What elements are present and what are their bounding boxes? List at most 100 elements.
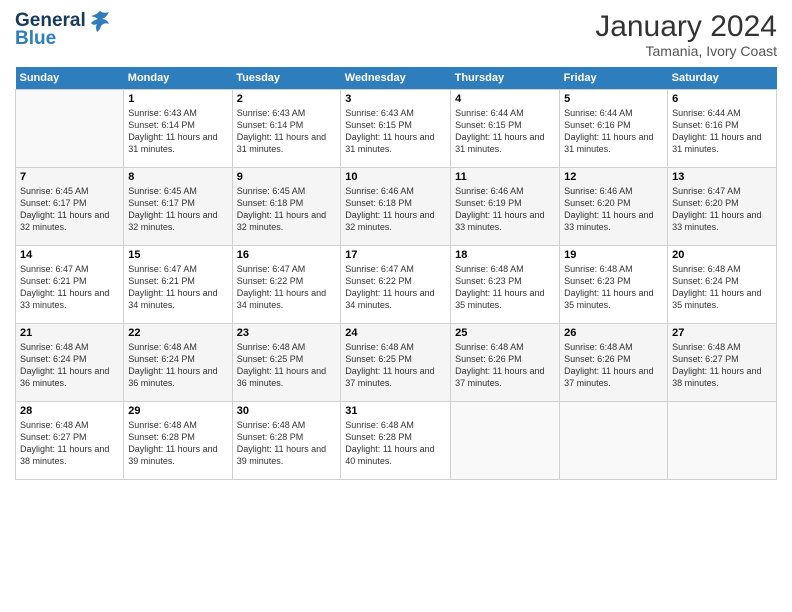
day-cell: 7 Sunrise: 6:45 AMSunset: 6:17 PMDaylight… xyxy=(16,168,124,246)
logo-blue-text: Blue xyxy=(15,28,56,50)
day-info: Sunrise: 6:48 AMSunset: 6:26 PMDaylight:… xyxy=(564,341,663,390)
day-cell: 31 Sunrise: 6:48 AMSunset: 6:28 PMDayligh… xyxy=(341,402,451,480)
week-row-5: 28Sunrise: 6:48 AMSunset: 6:27 PMDayligh… xyxy=(16,402,777,480)
day-info: Sunrise: 6:47 AMSunset: 6:21 PMDaylight:… xyxy=(128,263,227,312)
day-number: 7 xyxy=(20,171,119,183)
day-info: Sunrise: 6:48 AMSunset: 6:25 PMDaylight:… xyxy=(345,341,446,390)
day-number: 1 xyxy=(128,93,227,105)
day-cell: 5 Sunrise: 6:44 AMSunset: 6:16 PMDaylight… xyxy=(560,90,668,168)
day-cell: 28Sunrise: 6:48 AMSunset: 6:27 PMDayligh… xyxy=(16,402,124,480)
day-number: 29 xyxy=(128,405,227,417)
day-number: 5 xyxy=(564,93,663,105)
day-info: Sunrise: 6:48 AMSunset: 6:28 PMDaylight:… xyxy=(345,419,446,468)
day-cell: 9 Sunrise: 6:45 AMSunset: 6:18 PMDaylight… xyxy=(232,168,341,246)
day-info: Sunrise: 6:48 AMSunset: 6:23 PMDaylight:… xyxy=(455,263,555,312)
day-cell: 29 Sunrise: 6:48 AMSunset: 6:28 PMDayligh… xyxy=(124,402,232,480)
day-number: 23 xyxy=(237,327,337,339)
day-number: 22 xyxy=(128,327,227,339)
day-number: 28 xyxy=(20,405,119,417)
day-info: Sunrise: 6:48 AMSunset: 6:28 PMDaylight:… xyxy=(237,419,337,468)
day-number: 26 xyxy=(564,327,663,339)
day-info: Sunrise: 6:48 AMSunset: 6:24 PMDaylight:… xyxy=(672,263,772,312)
day-info: Sunrise: 6:47 AMSunset: 6:22 PMDaylight:… xyxy=(345,263,446,312)
day-cell xyxy=(668,402,777,480)
day-number: 19 xyxy=(564,249,663,261)
day-info: Sunrise: 6:46 AMSunset: 6:19 PMDaylight:… xyxy=(455,185,555,234)
day-info: Sunrise: 6:45 AMSunset: 6:17 PMDaylight:… xyxy=(128,185,227,234)
day-cell: 16 Sunrise: 6:47 AMSunset: 6:22 PMDayligh… xyxy=(232,246,341,324)
day-number: 20 xyxy=(672,249,772,261)
day-cell xyxy=(451,402,560,480)
day-number: 6 xyxy=(672,93,772,105)
day-number: 8 xyxy=(128,171,227,183)
day-cell: 25Sunrise: 6:48 AMSunset: 6:26 PMDayligh… xyxy=(451,324,560,402)
header-row: SundayMondayTuesdayWednesdayThursdayFrid… xyxy=(16,67,777,90)
day-cell: 19 Sunrise: 6:48 AMSunset: 6:23 PMDayligh… xyxy=(560,246,668,324)
day-number: 18 xyxy=(455,249,555,261)
day-cell: 6 Sunrise: 6:44 AMSunset: 6:16 PMDaylight… xyxy=(668,90,777,168)
day-info: Sunrise: 6:44 AMSunset: 6:15 PMDaylight:… xyxy=(455,107,555,156)
logo-brand: General Blue xyxy=(15,10,111,50)
day-info: Sunrise: 6:43 AMSunset: 6:15 PMDaylight:… xyxy=(345,107,446,156)
day-cell: 15Sunrise: 6:47 AMSunset: 6:21 PMDayligh… xyxy=(124,246,232,324)
day-cell: 13Sunrise: 6:47 AMSunset: 6:20 PMDayligh… xyxy=(668,168,777,246)
day-cell: 17 Sunrise: 6:47 AMSunset: 6:22 PMDayligh… xyxy=(341,246,451,324)
day-cell: 23Sunrise: 6:48 AMSunset: 6:25 PMDayligh… xyxy=(232,324,341,402)
day-number: 27 xyxy=(672,327,772,339)
day-info: Sunrise: 6:48 AMSunset: 6:28 PMDaylight:… xyxy=(128,419,227,468)
day-number: 17 xyxy=(345,249,446,261)
day-cell: 20 Sunrise: 6:48 AMSunset: 6:24 PMDayligh… xyxy=(668,246,777,324)
week-row-2: 7 Sunrise: 6:45 AMSunset: 6:17 PMDaylight… xyxy=(16,168,777,246)
week-row-1: 1 Sunrise: 6:43 AMSunset: 6:14 PMDaylight… xyxy=(16,90,777,168)
day-number: 14 xyxy=(20,249,119,261)
title-area: January 2024 Tamania, Ivory Coast xyxy=(595,10,777,59)
header-cell-wednesday: Wednesday xyxy=(341,67,451,90)
day-number: 11 xyxy=(455,171,555,183)
day-info: Sunrise: 6:46 AMSunset: 6:20 PMDaylight:… xyxy=(564,185,663,234)
day-info: Sunrise: 6:45 AMSunset: 6:18 PMDaylight:… xyxy=(237,185,337,234)
day-number: 25 xyxy=(455,327,555,339)
week-row-4: 21Sunrise: 6:48 AMSunset: 6:24 PMDayligh… xyxy=(16,324,777,402)
day-cell xyxy=(16,90,124,168)
day-info: Sunrise: 6:47 AMSunset: 6:22 PMDaylight:… xyxy=(237,263,337,312)
day-number: 2 xyxy=(237,93,337,105)
day-number: 9 xyxy=(237,171,337,183)
day-number: 24 xyxy=(345,327,446,339)
day-cell: 26 Sunrise: 6:48 AMSunset: 6:26 PMDayligh… xyxy=(560,324,668,402)
header-cell-friday: Friday xyxy=(560,67,668,90)
day-info: Sunrise: 6:45 AMSunset: 6:17 PMDaylight:… xyxy=(20,185,119,234)
day-number: 16 xyxy=(237,249,337,261)
day-number: 31 xyxy=(345,405,446,417)
day-number: 10 xyxy=(345,171,446,183)
header-cell-sunday: Sunday xyxy=(16,67,124,90)
day-cell: 4 Sunrise: 6:44 AMSunset: 6:15 PMDaylight… xyxy=(451,90,560,168)
week-row-3: 14 Sunrise: 6:47 AMSunset: 6:21 PMDayligh… xyxy=(16,246,777,324)
day-cell: 30Sunrise: 6:48 AMSunset: 6:28 PMDayligh… xyxy=(232,402,341,480)
day-cell: 22Sunrise: 6:48 AMSunset: 6:24 PMDayligh… xyxy=(124,324,232,402)
day-info: Sunrise: 6:48 AMSunset: 6:23 PMDaylight:… xyxy=(564,263,663,312)
day-cell: 3 Sunrise: 6:43 AMSunset: 6:15 PMDaylight… xyxy=(341,90,451,168)
day-cell: 8 Sunrise: 6:45 AMSunset: 6:17 PMDaylight… xyxy=(124,168,232,246)
day-cell: 14 Sunrise: 6:47 AMSunset: 6:21 PMDayligh… xyxy=(16,246,124,324)
day-cell: 2 Sunrise: 6:43 AMSunset: 6:14 PMDaylight… xyxy=(232,90,341,168)
day-cell: 27 Sunrise: 6:48 AMSunset: 6:27 PMDayligh… xyxy=(668,324,777,402)
day-cell: 1Sunrise: 6:43 AMSunset: 6:14 PMDaylight… xyxy=(124,90,232,168)
day-info: Sunrise: 6:43 AMSunset: 6:14 PMDaylight:… xyxy=(237,107,337,156)
header-cell-monday: Monday xyxy=(124,67,232,90)
day-cell: 10Sunrise: 6:46 AMSunset: 6:18 PMDayligh… xyxy=(341,168,451,246)
day-info: Sunrise: 6:44 AMSunset: 6:16 PMDaylight:… xyxy=(564,107,663,156)
day-info: Sunrise: 6:47 AMSunset: 6:21 PMDaylight:… xyxy=(20,263,119,312)
day-cell: 11 Sunrise: 6:46 AMSunset: 6:19 PMDayligh… xyxy=(451,168,560,246)
day-number: 4 xyxy=(455,93,555,105)
header-cell-tuesday: Tuesday xyxy=(232,67,341,90)
calendar-table: SundayMondayTuesdayWednesdayThursdayFrid… xyxy=(15,67,777,480)
day-number: 12 xyxy=(564,171,663,183)
main-title: January 2024 xyxy=(595,10,777,43)
day-number: 3 xyxy=(345,93,446,105)
day-info: Sunrise: 6:48 AMSunset: 6:27 PMDaylight:… xyxy=(672,341,772,390)
day-number: 21 xyxy=(20,327,119,339)
day-number: 13 xyxy=(672,171,772,183)
header-cell-saturday: Saturday xyxy=(668,67,777,90)
sub-title: Tamania, Ivory Coast xyxy=(595,43,777,59)
day-info: Sunrise: 6:44 AMSunset: 6:16 PMDaylight:… xyxy=(672,107,772,156)
